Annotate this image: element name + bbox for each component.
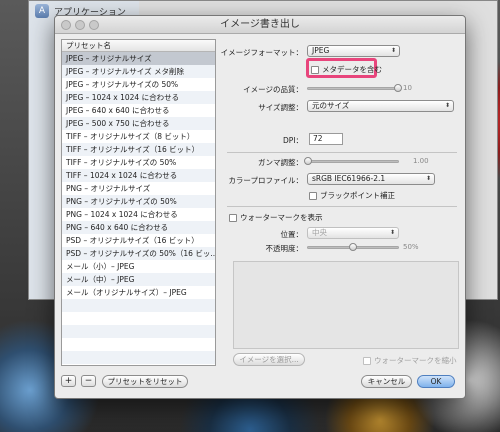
dpi-label: DPI：	[282, 136, 303, 145]
preset-row[interactable]: JPEG – 640 x 640 に合わせる	[62, 104, 215, 117]
preset-row[interactable]: メール（小）– JPEG	[62, 260, 215, 273]
preset-list[interactable]: プリセット名 JPEG – オリジナルサイズ JPEG – オリジナルサイズ メタ…	[61, 39, 216, 366]
preset-row[interactable]: TIFF – オリジナルサイズ（16 ビット）	[62, 143, 215, 156]
zoom-icon[interactable]	[89, 20, 99, 30]
opacity-slider[interactable]	[307, 243, 399, 251]
ok-button[interactable]: OK	[417, 375, 455, 388]
format-value: JPEG	[312, 46, 330, 55]
opacity-label: 不透明度：	[265, 244, 304, 253]
divider	[227, 206, 457, 207]
preset-row[interactable]: TIFF – 1024 x 1024 に合わせる	[62, 169, 215, 182]
quality-slider-knob[interactable]	[394, 84, 402, 92]
preset-list-header[interactable]: プリセット名	[62, 40, 215, 52]
preset-row[interactable]: JPEG – 1024 x 1024 に合わせる	[62, 91, 215, 104]
chevron-updown-icon: ⬍	[390, 47, 396, 54]
export-dialog: イメージ書き出し プリセット名 JPEG – オリジナルサイズ JPEG – オリ…	[54, 15, 466, 399]
watermark-preview	[233, 261, 459, 349]
profile-value: sRGB IEC61966-2.1	[312, 174, 386, 183]
window-controls	[61, 20, 99, 30]
preset-row[interactable]: PNG – オリジナルサイズの 50%	[62, 195, 215, 208]
position-value: 中央	[312, 228, 327, 237]
profile-label: カラープロファイル：	[228, 176, 303, 185]
preset-row[interactable]: JPEG – オリジナルサイズの 50%	[62, 78, 215, 91]
quality-slider[interactable]	[307, 84, 402, 92]
chevron-updown-icon: ⬍	[389, 229, 395, 236]
applications-icon: A	[35, 4, 49, 18]
watermark-label: ウォーターマークを表示	[240, 213, 323, 222]
preset-row[interactable]: TIFF – オリジナルサイズの 50%	[62, 156, 215, 169]
minimize-icon[interactable]	[75, 20, 85, 30]
metadata-checkbox-box[interactable]	[311, 65, 319, 74]
bpc-checkbox-box[interactable]	[309, 191, 317, 200]
empty-row	[62, 312, 215, 325]
dialog-title: イメージ書き出し	[220, 19, 300, 30]
remove-preset-button[interactable]: −	[81, 375, 96, 387]
preset-row[interactable]: TIFF – オリジナルサイズ（8 ビット）	[62, 130, 215, 143]
choose-image-button[interactable]: イメージを選択...	[233, 353, 305, 366]
gamma-label: ガンマ調整：	[258, 158, 303, 167]
preset-row[interactable]: JPEG – 500 x 750 に合わせる	[62, 117, 215, 130]
opacity-slider-knob[interactable]	[349, 243, 357, 251]
empty-row	[62, 299, 215, 312]
opacity-value: 50%	[403, 243, 419, 251]
watermark-checkbox-box[interactable]	[229, 213, 237, 222]
size-select[interactable]: 元のサイズ ⬍	[307, 100, 454, 112]
cancel-button[interactable]: キャンセル	[361, 375, 412, 388]
metadata-checkbox[interactable]: メタデータを含む	[311, 64, 382, 75]
watermark-checkbox[interactable]: ウォーターマークを表示	[229, 212, 323, 223]
scale-watermark-checkbox-box[interactable]	[363, 356, 371, 365]
add-preset-button[interactable]: +	[61, 375, 76, 387]
gamma-slider[interactable]	[304, 157, 399, 165]
empty-row	[62, 325, 215, 338]
quality-value: 10	[403, 84, 412, 92]
preset-row[interactable]: PSD – オリジナルサイズの 50%（16 ビッ...	[62, 247, 215, 260]
bpc-checkbox[interactable]: ブラックポイント補正	[309, 190, 395, 201]
scale-watermark-label: ウォーターマークを縮小	[374, 356, 457, 365]
bpc-label: ブラックポイント補正	[320, 191, 395, 200]
preset-row[interactable]: メール（オリジナルサイズ）– JPEG	[62, 286, 215, 299]
preset-row[interactable]: メール（中）– JPEG	[62, 273, 215, 286]
format-select[interactable]: JPEG ⬍	[307, 45, 400, 57]
quality-label: イメージの品質：	[243, 85, 303, 94]
preset-row[interactable]: PNG – 1024 x 1024 に合わせる	[62, 208, 215, 221]
close-icon[interactable]	[61, 20, 71, 30]
position-select[interactable]: 中央 ⬍	[307, 227, 399, 239]
format-label: イメージフォーマット：	[220, 48, 303, 57]
size-label: サイズ調整：	[258, 103, 303, 112]
reset-presets-button[interactable]: プリセットをリセット	[102, 375, 188, 388]
profile-select[interactable]: sRGB IEC61966-2.1 ⬍	[307, 173, 435, 185]
preset-row[interactable]: PSD – オリジナルサイズ（16 ビット）	[62, 234, 215, 247]
dpi-field[interactable]: 72	[309, 133, 343, 145]
title-bar: イメージ書き出し	[55, 16, 465, 34]
scale-watermark-checkbox[interactable]: ウォーターマークを縮小	[363, 355, 457, 366]
size-value: 元のサイズ	[312, 101, 350, 110]
preset-row[interactable]: PNG – オリジナルサイズ	[62, 182, 215, 195]
gamma-slider-knob[interactable]	[304, 157, 312, 165]
preset-row[interactable]: JPEG – オリジナルサイズ メタ削除	[62, 65, 215, 78]
divider	[227, 152, 457, 153]
position-label: 位置：	[280, 230, 304, 239]
metadata-label: メタデータを含む	[322, 65, 382, 74]
empty-row	[62, 351, 215, 364]
empty-row	[62, 338, 215, 351]
chevron-updown-icon: ⬍	[444, 102, 450, 109]
preset-row[interactable]: JPEG – オリジナルサイズ	[62, 52, 215, 65]
gamma-value: 1.00	[413, 157, 429, 165]
preset-row[interactable]: PNG – 640 x 640 に合わせる	[62, 221, 215, 234]
chevron-updown-icon: ⬍	[425, 175, 431, 182]
